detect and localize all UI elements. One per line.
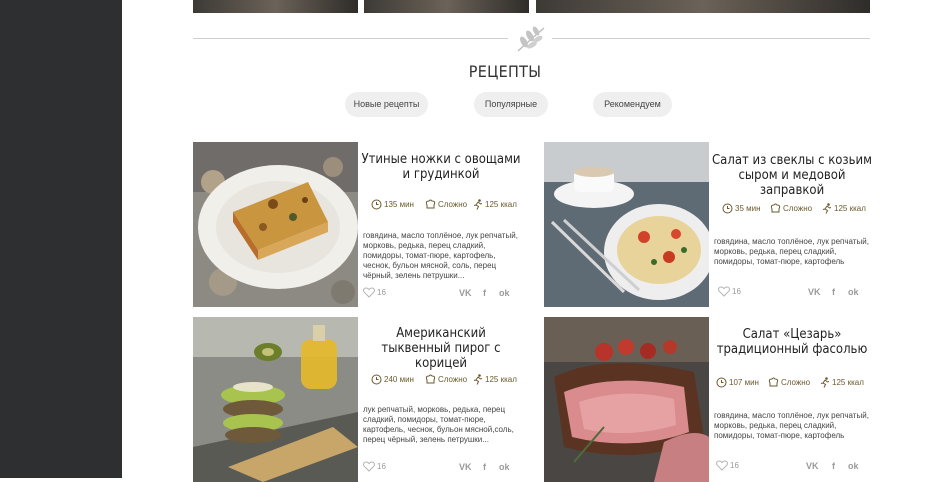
cook-time: 35 мин [722,203,761,214]
difficulty: Сложно [425,374,467,385]
calories: 125 ккал [473,199,517,210]
runner-icon [820,377,830,388]
like-button[interactable]: 16 [363,287,386,298]
difficulty-label: Сложно [438,200,468,209]
recipe-image[interactable] [193,317,358,482]
leaf-icon [517,26,545,52]
facebook-share-icon[interactable]: f [483,288,486,298]
clock-icon [371,374,382,385]
section-title: РЕЦЕПТЫ [468,62,542,81]
ok-share-icon[interactable]: ok [499,288,510,298]
divider-left [193,38,508,39]
recipe-title[interactable]: Салат из свеклы с козьим сыром и медовой… [712,153,872,198]
facebook-share-icon[interactable]: f [832,287,835,297]
cook-time: 135 мин [371,199,414,210]
recipe-image[interactable] [544,317,709,482]
runner-icon [473,374,483,385]
vk-share-icon[interactable]: VK [808,287,821,297]
ok-share-icon[interactable]: ok [499,462,510,472]
tab-popular[interactable]: Популярные [474,92,548,117]
ok-share-icon[interactable]: ok [848,287,859,297]
vk-share-icon[interactable]: VK [806,461,819,471]
runner-icon [822,203,832,214]
calories-label: 125 ккал [485,200,517,209]
heart-icon [363,287,375,298]
ingredients-text: говядина, масло топлёное, лук репчатый, … [714,237,869,266]
clock-icon [722,203,733,214]
difficulty-label: Сложно [783,204,813,213]
calories-label: 125 ккал [485,375,517,384]
heart-icon [718,286,730,297]
like-count: 16 [732,287,741,296]
chef-hat-icon [425,199,436,209]
ingredients-text: лук репчатый, морковь, редька, перец сла… [363,405,514,444]
like-button[interactable]: 16 [716,460,739,471]
like-button[interactable]: 16 [718,286,741,297]
recipe-meta: 240 мин Сложно 125 ккал [365,374,525,388]
cook-time: 107 мин [716,377,759,388]
recipe-meta: 35 мин Сложно 125 ккал [716,203,876,217]
gallery-image-1[interactable] [193,0,358,13]
heart-icon [716,460,728,471]
facebook-share-icon[interactable]: f [483,462,486,472]
recipe-card[interactable]: Салат «Цезарь» традиционный фасолью 107 … [544,317,870,482]
heart-icon [363,461,375,472]
like-button[interactable]: 16 [363,461,386,472]
calories: 125 ккал [822,203,866,214]
cook-time-label: 135 мин [384,200,414,209]
calories-label: 125 ккал [834,204,866,213]
cook-time: 240 мин [371,374,414,385]
recipe-card[interactable]: Утиные ножки с овощами и грудинкой 135 м… [193,142,521,307]
calories-label: 125 ккал [832,378,864,387]
calories: 125 ккал [820,377,864,388]
recipe-meta: 135 мин Сложно 125 ккал [365,199,525,213]
vk-share-icon[interactable]: VK [459,288,472,298]
recipe-title[interactable]: Утиные ножки с овощами и грудинкой [361,152,521,182]
left-sidebar [0,0,122,478]
clock-icon [371,199,382,210]
difficulty-label: Сложно [438,375,468,384]
card-footer: 16 VK f ok [714,286,872,300]
chef-hat-icon [768,377,779,387]
card-footer: 16 VK f ok [363,287,521,301]
recipe-image[interactable] [193,142,358,307]
card-footer: 16 VK f ok [363,461,521,475]
gallery-image-3[interactable] [536,0,870,13]
ingredients-text: говядина, масло топлёное, лук репчатый, … [714,411,869,440]
recipe-card[interactable]: Американский тыквенный пирог с корицей 2… [193,317,519,482]
recipe-title[interactable]: Американский тыквенный пирог с корицей [361,326,521,371]
tab-new-recipes[interactable]: Новые рецепты [345,92,428,117]
recipe-title[interactable]: Салат «Цезарь» традиционный фасолью [712,327,872,357]
difficulty: Сложно [770,203,812,214]
difficulty: Сложно [425,199,467,210]
clock-icon [716,377,727,388]
difficulty: Сложно [768,377,810,388]
recipe-meta: 107 мин Сложно 125 ккал [716,377,876,391]
like-count: 16 [377,462,386,471]
tab-recommended[interactable]: Рекомендуем [593,92,672,117]
facebook-share-icon[interactable]: f [832,461,835,471]
chef-hat-icon [425,374,436,384]
vk-share-icon[interactable]: VK [459,462,472,472]
difficulty-label: Сложно [781,378,811,387]
cook-time-label: 107 мин [729,378,759,387]
gallery-image-2[interactable] [364,0,529,13]
recipe-image[interactable] [544,142,709,307]
chef-hat-icon [770,203,781,213]
like-count: 16 [730,461,739,470]
cook-time-label: 240 мин [384,375,414,384]
runner-icon [473,199,483,210]
recipe-card[interactable]: Салат из свеклы с козьим сыром и медовой… [544,142,872,307]
cook-time-label: 35 мин [735,204,761,213]
calories: 125 ккал [473,374,517,385]
card-footer: 16 VK f ok [714,460,872,474]
ok-share-icon[interactable]: ok [848,461,859,471]
like-count: 16 [377,288,386,297]
divider-right [552,38,870,39]
ingredients-text: говядина, масло топлёное, лук репчатый, … [363,231,518,280]
